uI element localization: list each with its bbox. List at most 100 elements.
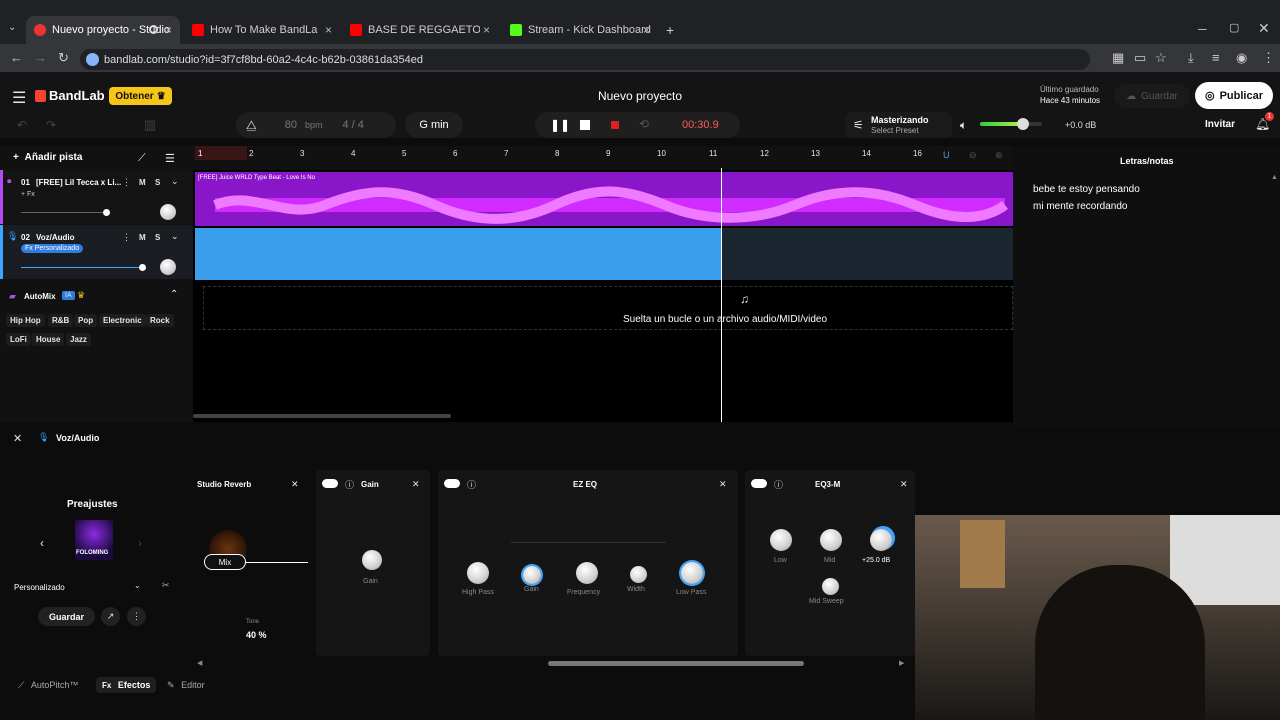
high-knob[interactable] (870, 529, 892, 551)
close-tab-icon[interactable]: × (483, 23, 490, 37)
close-fx-icon[interactable]: ✕ (13, 432, 22, 445)
track-header-2[interactable]: 🎙︎ 02 Voz/Audio Fx Personalizado ⋮ M S ⌄ (0, 225, 193, 279)
notes-editor[interactable]: bebe te estoy pensando mi mente recordan… (1033, 181, 1263, 215)
high-pass-knob[interactable] (467, 562, 489, 584)
timeline-area[interactable]: 1 2 3 4 5 6 7 8 9 10 11 12 13 14 16 U ⊖ … (193, 146, 1013, 422)
track-fx-badge[interactable]: Fx Personalizado (21, 244, 84, 253)
mixer-icon[interactable]: ▥ (144, 117, 156, 133)
close-tab-icon[interactable]: × (325, 23, 332, 37)
bpm-value[interactable]: 80 (285, 119, 297, 131)
extensions-icon[interactable]: ▦ (1112, 50, 1124, 66)
mute-button[interactable]: M (139, 233, 146, 242)
gain-knob[interactable] (362, 550, 382, 570)
speaker-icon[interactable]: 🔈︎ (960, 118, 967, 133)
loop-icon[interactable]: ⟲ (639, 117, 649, 131)
info-icon[interactable]: ⓘ (467, 478, 476, 491)
track-menu-icon[interactable]: ⋮ (122, 177, 131, 188)
eq-gain-knob[interactable] (523, 566, 541, 584)
undo-icon[interactable]: ↶ (17, 118, 27, 132)
tab-autopitch[interactable]: ⟋ AutoPitch™ (18, 680, 78, 691)
info-icon[interactable]: ⓘ (345, 478, 354, 491)
back-icon[interactable]: ← (10, 50, 23, 65)
track-name[interactable]: Voz/Audio (36, 233, 75, 242)
preset-artwork[interactable]: FOLOMING (75, 520, 113, 560)
pause-icon[interactable]: ❚❚ (550, 118, 570, 132)
next-preset-icon[interactable]: › (138, 536, 142, 550)
remove-fx-icon[interactable]: ✕ (900, 479, 908, 490)
track-fx-button[interactable]: + Fx (21, 191, 35, 198)
invitar-button[interactable]: Invitar (1205, 119, 1235, 130)
download-icon[interactable]: ⤓ (1188, 50, 1194, 66)
mix-control[interactable]: Mix (204, 554, 246, 570)
mid-knob[interactable] (820, 529, 842, 551)
add-track-button[interactable]: + Añadir pista (13, 152, 82, 163)
solo-button[interactable]: S (155, 233, 160, 242)
maximize-window-icon[interactable]: ▢ (1229, 21, 1239, 34)
media-control-icon[interactable]: ≡ (1212, 50, 1220, 65)
mute-button[interactable]: M (139, 178, 146, 187)
genre-jazz[interactable]: Jazz (66, 333, 91, 346)
tab-efectos[interactable]: Fx Efectos (96, 677, 157, 693)
expand-chevron-icon[interactable]: ⌄ (171, 231, 179, 242)
collapse-chevron-icon[interactable]: ⌃ (170, 289, 178, 300)
publicar-button[interactable]: ◎ Publicar (1195, 82, 1273, 109)
genre-house[interactable]: House (32, 333, 65, 346)
scroll-right-icon[interactable]: ▶ (899, 659, 904, 667)
meter-value[interactable]: 4 / 4 (342, 119, 363, 131)
browser-tab-kick[interactable]: Stream - Kick Dashboard × (502, 16, 658, 44)
browser-menu-icon[interactable]: ⋮ (1262, 50, 1275, 66)
url-field[interactable]: bandlab.com/studio?id=3f7cf8bd-60a2-4c4c… (80, 49, 1090, 70)
scroll-left-icon[interactable]: ◀ (197, 659, 202, 667)
playhead[interactable] (721, 168, 722, 422)
expand-chevron-icon[interactable]: ⌄ (171, 176, 179, 187)
track-volume-handle[interactable] (139, 264, 146, 271)
fx-toggle[interactable] (322, 479, 338, 488)
preset-dropdown[interactable]: Personalizado ⌄ (14, 581, 146, 595)
guardar-top-button[interactable]: ☁ Guardar (1114, 84, 1190, 108)
mastering-selector[interactable]: ⚟ Masterizando Select Preset (845, 112, 952, 138)
browser-tab-youtube-1[interactable]: How To Make BandLab AutoTu... × (184, 16, 340, 44)
new-tab-icon[interactable]: + (666, 22, 674, 38)
guardar-preset-button[interactable]: Guardar (38, 607, 95, 626)
loop-region-marker[interactable] (195, 146, 247, 160)
track-name[interactable]: [FREE] Lil Tecca x Li... (36, 178, 121, 187)
fx-bypass-icon[interactable]: ✂ (162, 580, 170, 591)
close-window-icon[interactable]: ✕ (1258, 20, 1270, 37)
ruler[interactable]: 1 2 3 4 5 6 7 8 9 10 11 12 13 14 16 U ⊖ … (193, 146, 1013, 170)
drop-zone[interactable]: ♫ Suelta un bucle o un archivo audio/MID… (203, 286, 1013, 330)
record-icon[interactable] (611, 121, 619, 129)
reload-icon[interactable]: ↻ (58, 50, 69, 66)
zoom-in-icon[interactable]: ⊕ (995, 150, 1003, 161)
browser-tab-studio[interactable]: Nuevo proyecto - Studio × (26, 16, 180, 44)
genre-pop[interactable]: Pop (74, 314, 98, 327)
track-volume-handle[interactable] (103, 209, 110, 216)
wand-icon[interactable]: ⟋ (138, 152, 146, 165)
notes-scroll-up-icon[interactable]: ▲ (1271, 174, 1278, 181)
genre-electronic[interactable]: Electronic (99, 314, 146, 327)
site-info-icon[interactable] (86, 53, 99, 66)
track-pan-knob[interactable] (160, 259, 176, 275)
width-knob[interactable] (630, 566, 647, 583)
browser-tab-youtube-2[interactable]: BASE DE REGGAETON USO LIB... × (342, 16, 498, 44)
minimize-window-icon[interactable]: ─ (1198, 22, 1207, 36)
stop-icon[interactable] (580, 120, 590, 130)
track-volume-slider[interactable] (21, 212, 109, 213)
master-volume-handle[interactable] (1017, 118, 1030, 130)
track-settings-icon[interactable]: ☰ (165, 152, 175, 165)
fx-scrollbar[interactable] (548, 661, 804, 666)
frequency-knob[interactable] (576, 562, 598, 584)
preset-more-icon[interactable]: ⋮ (127, 607, 146, 626)
close-tab-icon[interactable]: × (643, 23, 650, 37)
bookmark-star-icon[interactable]: ☆ (1155, 50, 1167, 66)
audio-clip-beat[interactable]: [FREE] Juice WRLD Type Beat - Love Is No (195, 172, 1013, 226)
automix-title[interactable]: AutoMix (24, 292, 56, 301)
genre-hip-hop[interactable]: Hip Hop (6, 314, 45, 327)
track-volume-slider[interactable] (21, 267, 143, 268)
solo-button[interactable]: S (155, 178, 160, 187)
info-icon[interactable]: ⓘ (774, 478, 783, 491)
tone-value[interactable]: 40 % (246, 630, 267, 640)
tab-editor[interactable]: ✎ Editor (167, 680, 205, 691)
mid-sweep-knob[interactable] (822, 578, 839, 595)
genre-rnb[interactable]: R&B (48, 314, 74, 327)
vocal-recorded-region[interactable] (195, 228, 721, 280)
